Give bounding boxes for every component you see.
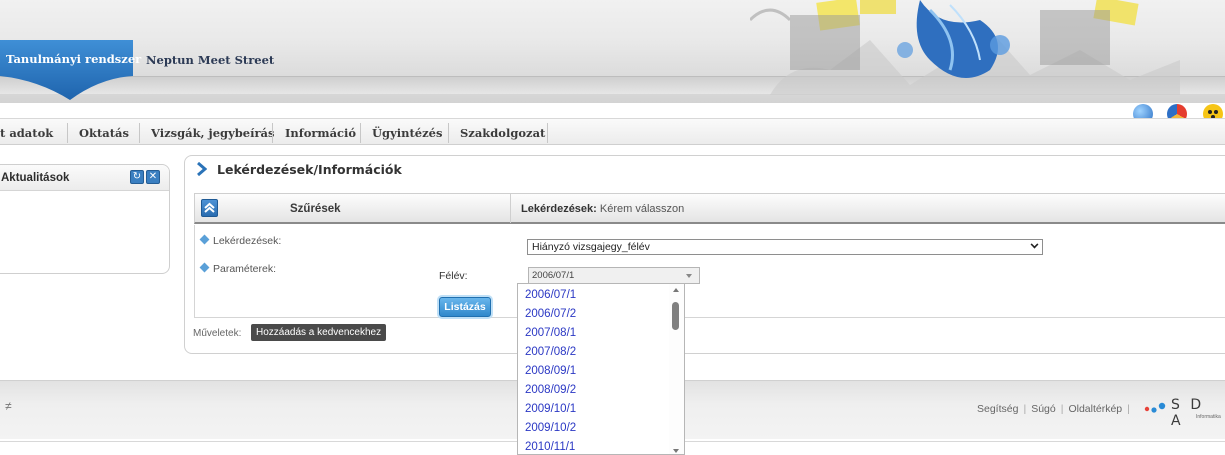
menu-item-vizsgak[interactable]: Vizsgák, jegybeírás	[151, 126, 274, 140]
semester-label: Félév:	[439, 270, 468, 282]
semester-option[interactable]: 2010/11/1	[525, 441, 575, 453]
footer-links: Segítség | Súgó | Oldaltérkép |	[977, 403, 1135, 415]
filter-body: Lekérdezések: Hiányzó vizsgajegy_félév P…	[194, 225, 1225, 318]
footer-separator: |	[1023, 403, 1027, 415]
aktualitasok-panel: Aktualitások ↻ ✕	[0, 164, 170, 274]
active-tab-label: Tanulmányi rendszer	[6, 52, 142, 66]
aktualitasok-header: Aktualitások ↻ ✕	[0, 165, 169, 191]
queries-panel: Lekérdezések/Információk Szűrések Lekérd…	[184, 155, 1225, 354]
diamond-bullet-icon	[199, 234, 210, 245]
sda-logo-subtext: Informatika	[1196, 414, 1221, 420]
semester-option[interactable]: 2006/07/1	[525, 289, 576, 301]
aktualitasok-title: Aktualitások	[1, 172, 70, 184]
filter-summary: Lekérdezések: Kérem válasszon	[521, 203, 684, 215]
menu-item-informacio[interactable]: Információ	[285, 126, 356, 140]
menu-divider	[272, 123, 273, 143]
menu-divider	[139, 123, 140, 143]
guide-link[interactable]: Súgó	[1031, 403, 1056, 415]
help-link[interactable]: Segítség	[977, 403, 1018, 415]
filter-summary-label: Lekérdezések:	[521, 203, 597, 215]
params-label-text: Paraméterek:	[213, 263, 277, 275]
dropdown-arrow-icon[interactable]	[686, 274, 692, 278]
chevron-down-icon	[1030, 240, 1039, 249]
filter-title: Szűrések	[290, 203, 341, 215]
dropdown-scrollbar[interactable]	[669, 284, 684, 454]
filter-summary-value: Kérem válasszon	[599, 203, 685, 215]
refresh-icon[interactable]: ↻	[130, 170, 144, 184]
semester-option[interactable]: 2009/10/1	[525, 403, 576, 415]
semester-option[interactable]: 2006/07/2	[525, 308, 576, 320]
menu-divider	[67, 123, 68, 143]
query-select-value: Hiányzó vizsgajegy_félév	[532, 241, 650, 253]
header: Tanulmányi rendszer Neptun Meet Street	[0, 0, 1225, 103]
semester-option[interactable]: 2008/09/2	[525, 384, 576, 396]
semester-option[interactable]: 2007/08/1	[525, 327, 576, 339]
add-favorites-button[interactable]: Hozzáadás a kedvencekhez	[251, 324, 387, 341]
main-menu: t adatok Oktatás Vizsgák, jegybeírás Inf…	[0, 118, 1225, 145]
sda-logo-text: S D A	[1171, 397, 1205, 429]
semester-combobox[interactable]: 2006/07/1	[528, 267, 700, 284]
tab-neptun-meet-street[interactable]: Neptun Meet Street	[146, 53, 274, 67]
menu-item-szakdolgozat[interactable]: Szakdolgozat	[460, 126, 545, 140]
scroll-thumb[interactable]	[672, 302, 679, 330]
queries-label-text: Lekérdezések:	[213, 235, 282, 247]
menu-item-adatok[interactable]: t adatok	[0, 126, 53, 140]
footer-separator: |	[1060, 403, 1064, 415]
sda-dots-icon	[1144, 402, 1166, 413]
menu-divider	[448, 123, 449, 143]
scroll-up-icon[interactable]	[673, 288, 679, 292]
params-label: Paraméterek:	[199, 262, 277, 275]
active-tab-shape	[0, 40, 133, 100]
semester-option[interactable]: 2009/10/2	[525, 422, 576, 434]
sitemap-link[interactable]: Oldaltérkép	[1068, 403, 1122, 415]
list-button[interactable]: Listázás	[439, 297, 491, 317]
tab-tanulmanyi-rendszer[interactable]: Tanulmányi rendszer	[0, 40, 141, 100]
footer-separator: |	[1127, 403, 1130, 415]
filter-bar: Szűrések Lekérdezések: Kérem válasszon	[194, 193, 1225, 224]
page-title: Lekérdezések/Információk	[217, 162, 402, 177]
semester-option[interactable]: 2008/09/1	[525, 365, 576, 377]
semester-option[interactable]: 2007/08/2	[525, 346, 576, 358]
menu-divider	[360, 123, 361, 143]
semester-combobox-value: 2006/07/1	[532, 270, 575, 281]
semester-dropdown-list[interactable]: 2006/07/1 2006/07/2 2007/08/1 2007/08/2 …	[517, 283, 685, 455]
scroll-down-icon[interactable]	[673, 449, 679, 453]
close-icon[interactable]: ✕	[146, 170, 160, 184]
chevron-right-icon	[197, 162, 207, 176]
query-select[interactable]: Hiányzó vizsgajegy_félév	[527, 239, 1043, 255]
queries-title-row: Lekérdezések/Információk	[185, 156, 1225, 184]
collapse-icon[interactable]	[201, 199, 218, 217]
header-banner-art	[750, 0, 1180, 95]
queries-label: Lekérdezések:	[199, 234, 282, 247]
menu-item-ugyintezes[interactable]: Ügyintézés	[372, 126, 442, 140]
footer-mark: ≠	[5, 399, 12, 413]
operations-label: Műveletek:	[193, 328, 242, 339]
diamond-bullet-icon	[199, 262, 210, 273]
menu-divider	[547, 123, 548, 143]
sda-logo[interactable]: S D A Informatika	[1144, 397, 1224, 429]
filter-divider	[510, 194, 511, 223]
menu-item-oktatas[interactable]: Oktatás	[79, 126, 129, 140]
